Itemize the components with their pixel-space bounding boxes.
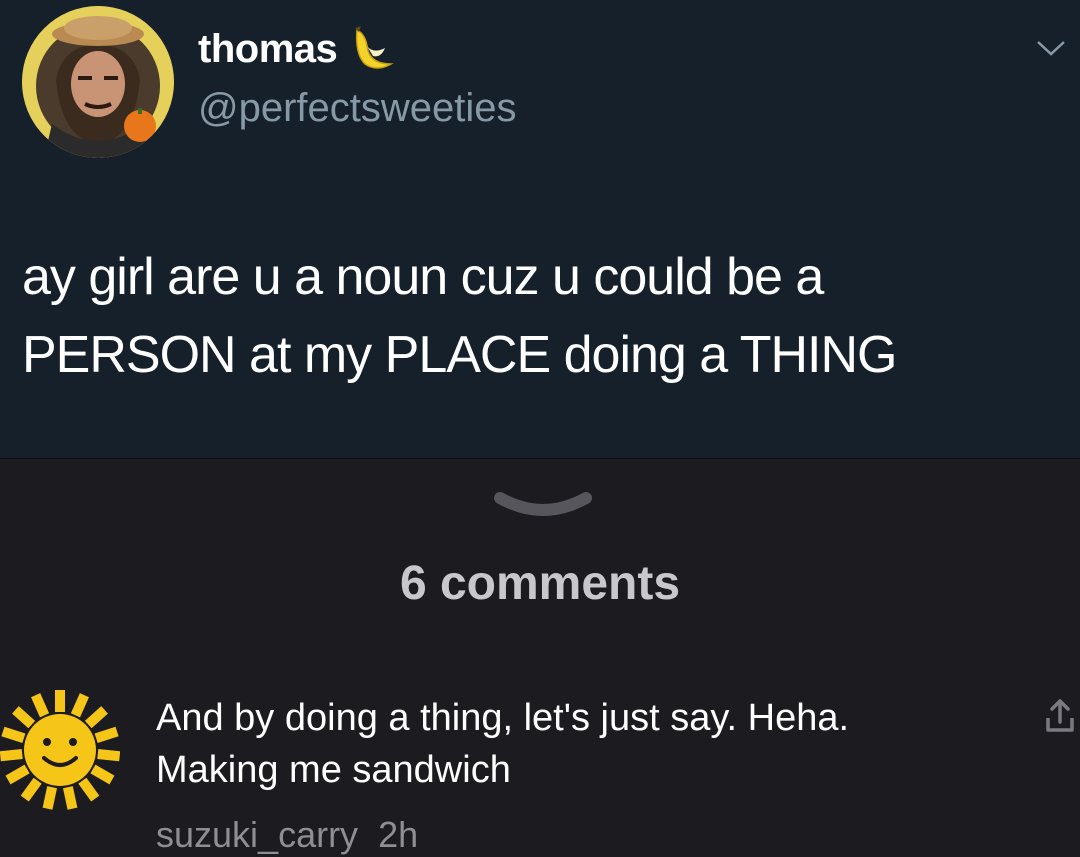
tweet-body: ay girl are u a noun cuz u could be a PE… [22,238,1062,394]
comment-time: 2h [378,814,419,855]
comment-meta: suzuki_carry 2h [156,814,418,856]
tweet-author-avatar[interactable] [22,6,174,158]
collapse-chevron-icon[interactable] [492,488,594,524]
tweet-display-name[interactable]: thomas [198,27,338,72]
comments-count: 6 comments [399,557,681,610]
comment-text-line-2: Making me sandwich [156,749,511,791]
tweet-author-name-row: thomas [198,24,397,74]
banana-icon [355,26,395,69]
tweet-text-line-2: PERSON at my PLACE doing a THING [22,326,897,384]
comment-text-line-1: And by doing a thing, let's just say. He… [156,697,850,739]
tweet-handle[interactable]: @perfectsweeties [198,86,517,131]
share-icon[interactable] [1040,696,1080,736]
chevron-down-icon[interactable] [1034,36,1068,60]
comment-username[interactable]: suzuki_carry [156,814,358,855]
comment-body: And by doing a thing, let's just say. He… [156,692,976,796]
sun-avatar-icon[interactable] [0,688,120,812]
tweet-card: thomas @perfectsweeties ay girl are u a … [0,0,1080,459]
tweet-text-line-1: ay girl are u a noun cuz u could be a [22,248,824,306]
